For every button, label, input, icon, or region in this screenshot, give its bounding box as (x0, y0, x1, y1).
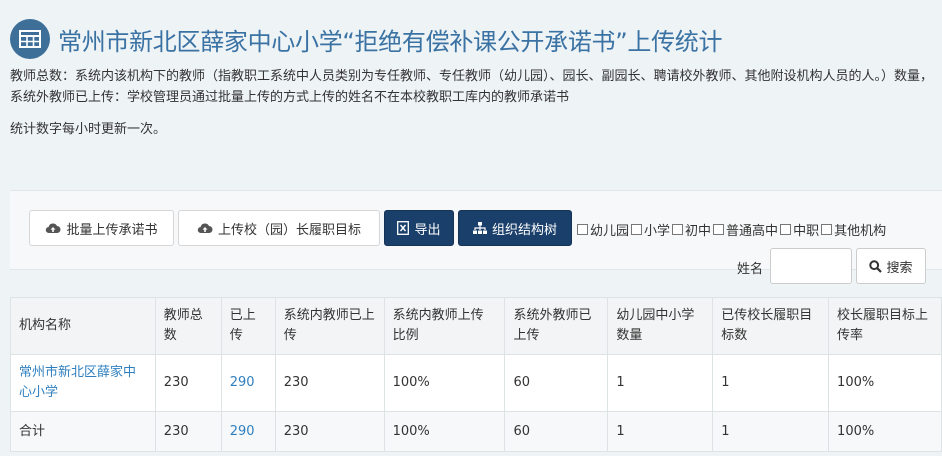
total-in-system-ratio: 100% (383, 411, 506, 452)
checkbox-junior-high[interactable] (672, 224, 684, 235)
description-text: 教师总数：系统内该机构下的教师（指教职工系统中人员类别为专任教师、专任教师（幼儿… (10, 69, 934, 105)
batch-upload-button[interactable]: 批量上传承诺书 (29, 210, 174, 246)
filter-primary[interactable]: 小学 (631, 220, 670, 239)
header-teacher-total: 教师总数 (154, 297, 222, 355)
org-name-link[interactable]: 常州市新北区薛家中心小学 (19, 365, 136, 400)
header-org-name: 机构名称 (10, 297, 156, 355)
checkbox-kindergarten[interactable] (577, 224, 588, 235)
filter-vocational[interactable]: 中职 (780, 220, 819, 239)
total-uploaded-link[interactable]: 290 (230, 424, 255, 439)
export-button[interactable]: 导出 (384, 210, 454, 246)
header-school-count: 幼儿园中小学数量 (607, 297, 714, 355)
search-button[interactable]: 搜索 (856, 248, 926, 284)
filter-junior-high[interactable]: 初中 (672, 220, 711, 239)
cell-org-name[interactable]: 常州市新北区薛家中心小学 (10, 354, 156, 412)
total-in-system-uploaded: 230 (274, 411, 385, 452)
name-search-input[interactable] (770, 248, 852, 284)
total-principal-goals-rate: 100% (828, 411, 942, 452)
filter-other[interactable]: 其他机构 (821, 220, 886, 239)
cell-school-count: 1 (607, 354, 714, 412)
uploaded-link[interactable]: 290 (230, 375, 255, 390)
page-header: 常州市新北区薛家中心小学“拒绝有偿补课公开承诺书”上传统计 (10, 18, 722, 60)
header-uploaded: 已上传 (220, 297, 276, 355)
checkbox-senior-high[interactable] (713, 224, 725, 235)
org-tree-label: 组织结构树 (491, 222, 557, 238)
school-type-filters: 幼儿园 小学 初中 普通高中 中职 其他机构 (577, 220, 888, 239)
search-button-label: 搜索 (886, 260, 913, 276)
table-total-row: 合计 230 290 230 100% 60 1 1 100% (10, 411, 942, 452)
cell-principal-goals-rate: 100% (828, 354, 942, 412)
cloud-upload-icon (46, 223, 61, 234)
checkbox-vocational[interactable] (780, 224, 792, 235)
cloud-upload-icon (197, 223, 213, 234)
cell-principal-goals-uploaded: 1 (712, 354, 830, 412)
export-label: 导出 (414, 222, 441, 238)
total-label: 合计 (10, 411, 156, 452)
batch-upload-label: 批量上传承诺书 (66, 222, 158, 238)
cell-out-system-uploaded: 60 (504, 354, 609, 412)
table-icon (10, 19, 50, 59)
header-principal-goals-uploaded: 已传校长履职目标数 (712, 297, 830, 355)
page-title: 常州市新北区薛家中心小学“拒绝有偿补课公开承诺书”上传统计 (58, 27, 723, 56)
checkbox-other[interactable] (821, 224, 833, 235)
filter-kindergarten[interactable]: 幼儿园 (577, 220, 629, 239)
total-principal-goals-uploaded: 1 (712, 411, 830, 452)
org-tree-button[interactable]: 组织结构树 (458, 210, 572, 246)
upload-principal-goals-button[interactable]: 上传校（园）长履职目标 (178, 210, 380, 246)
total-out-system-uploaded: 60 (504, 411, 609, 452)
cell-uploaded[interactable]: 290 (220, 354, 276, 412)
upload-principal-goals-label: 上传校（园）长履职目标 (217, 222, 361, 238)
total-teacher-total: 230 (154, 411, 222, 452)
header-in-system-uploaded: 系统内教师已上传 (274, 297, 385, 355)
checkbox-primary[interactable] (631, 224, 643, 235)
search-icon (869, 259, 883, 273)
header-out-system-uploaded: 系统外教师已上传 (504, 297, 609, 355)
filter-senior-high[interactable]: 普通高中 (713, 220, 778, 239)
table-header-row: 机构名称 教师总数 已上传 系统内教师已上传 系统内教师上传比例 系统外教师已上… (10, 297, 942, 355)
cell-in-system-ratio: 100% (383, 354, 506, 412)
header-in-system-ratio: 系统内教师上传比例 (383, 297, 506, 355)
statistics-table: 机构名称 教师总数 已上传 系统内教师已上传 系统内教师上传比例 系统外教师已上… (10, 297, 942, 452)
total-school-count: 1 (607, 411, 714, 452)
name-search-label: 姓名 (737, 262, 764, 277)
update-note: 统计数字每小时更新一次。 (10, 122, 167, 137)
cell-in-system-uploaded: 230 (274, 354, 385, 412)
total-uploaded-cell[interactable]: 290 (220, 411, 276, 452)
sitemap-icon (472, 221, 487, 234)
cell-teacher-total: 230 (154, 354, 222, 412)
header-principal-goals-rate: 校长履职目标上传率 (828, 297, 942, 355)
table-row: 常州市新北区薛家中心小学 230 290 230 100% 60 1 1 100… (10, 354, 942, 412)
excel-icon (397, 221, 410, 235)
